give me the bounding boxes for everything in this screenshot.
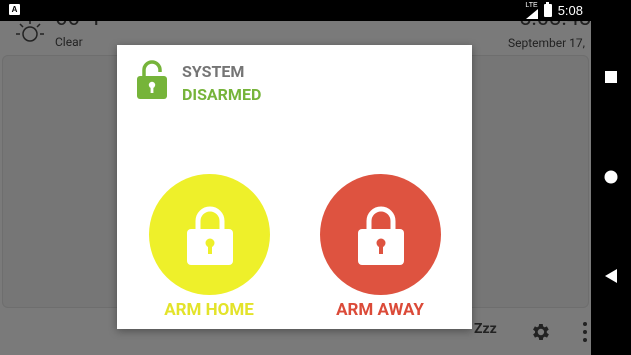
unlocked-padlock-icon <box>136 60 168 104</box>
weather-icon <box>14 18 46 46</box>
status-bar: A LTE 5:08 <box>0 0 591 21</box>
back-icon[interactable] <box>591 256 631 296</box>
padlock-icon <box>357 206 404 265</box>
network-type: LTE <box>525 2 538 9</box>
arm-home-label[interactable]: ARM HOME <box>129 300 289 320</box>
more-menu-icon[interactable] <box>583 322 587 342</box>
system-label: SYSTEM <box>182 62 245 81</box>
arm-home-button[interactable] <box>149 174 270 295</box>
status-time: 5:08 <box>557 3 583 18</box>
arm-away-button[interactable] <box>320 174 441 295</box>
signal-icon: LTE <box>525 2 538 19</box>
alarm-dialog: SYSTEM DISARMED ARM HOME ARM AWAY <box>117 45 472 329</box>
padlock-icon <box>186 206 233 265</box>
navigation-bar <box>591 0 631 355</box>
weather-condition: Clear <box>55 35 83 49</box>
recents-icon[interactable] <box>591 57 631 97</box>
system-state: DISARMED <box>182 85 262 104</box>
sleep-icon[interactable]: Zzz <box>474 321 497 337</box>
arm-away-label[interactable]: ARM AWAY <box>300 300 460 320</box>
notification-badge: A <box>9 4 20 15</box>
gear-icon[interactable] <box>529 321 551 347</box>
date: September 17, <box>508 36 586 50</box>
home-icon[interactable] <box>591 157 631 197</box>
battery-icon <box>543 2 552 17</box>
